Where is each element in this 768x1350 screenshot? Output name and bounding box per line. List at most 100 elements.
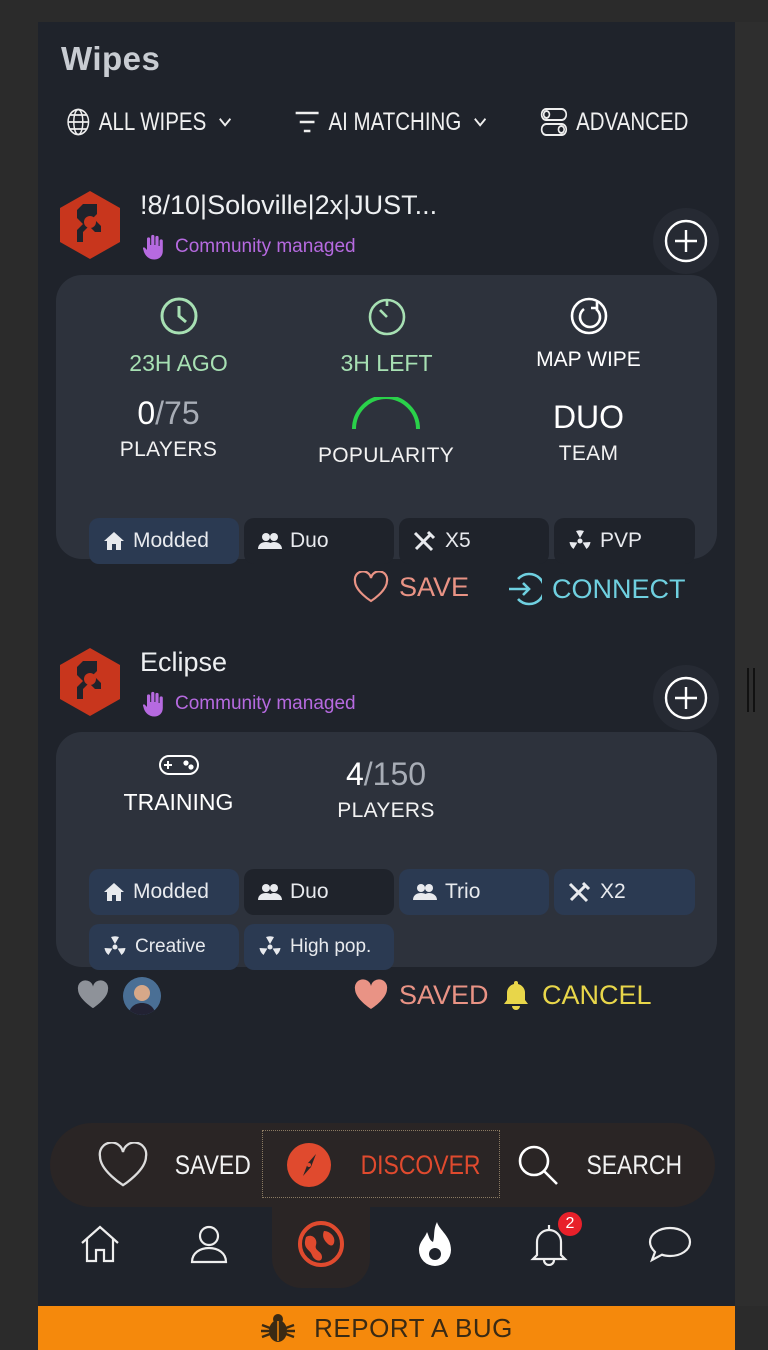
- resize-handle[interactable]: [747, 668, 755, 712]
- tab-profile[interactable]: [185, 1218, 233, 1270]
- add-server-button[interactable]: [653, 665, 719, 731]
- cancel-button[interactable]: CANCEL: [500, 979, 652, 1011]
- time-left-value: 3H LEFT: [340, 350, 433, 376]
- report-bug-bar[interactable]: REPORT A BUG: [38, 1306, 735, 1350]
- tag-label: Duo: [290, 880, 329, 903]
- cancel-label: CANCEL: [542, 979, 652, 1010]
- community-label: Community managed: [175, 236, 356, 257]
- bug-icon: [261, 1314, 296, 1342]
- tag-chip[interactable]: Duo: [244, 518, 394, 564]
- radiation-icon: [104, 936, 126, 955]
- tag-chip[interactable]: Trio: [399, 869, 549, 915]
- radiation-icon: [259, 936, 281, 955]
- hand-icon: [143, 691, 163, 717]
- server-card-header[interactable]: Eclipse Community managed: [58, 647, 719, 731]
- saved-label: SAVED: [399, 979, 489, 1010]
- chat-bubble-icon: [648, 1226, 692, 1263]
- tools-icon: [568, 881, 591, 903]
- avatar[interactable]: [123, 977, 161, 1015]
- group-icon: [258, 884, 282, 900]
- rust-logo-icon: [60, 191, 120, 259]
- chevron-down-icon: [474, 117, 487, 127]
- discover-nav-button[interactable]: DISCOVER: [286, 1123, 491, 1207]
- heart-filled-icon: [354, 979, 388, 1009]
- team-value: DUO: [552, 399, 625, 435]
- tab-hot[interactable]: [411, 1218, 459, 1270]
- server-name[interactable]: !8/10|Soloville|2x|JUST...: [140, 190, 437, 221]
- favorite-heart-button[interactable]: [76, 980, 110, 1015]
- last-wipe-value: 23H AGO: [129, 350, 228, 376]
- players-stat: 4/150 PLAYERS: [311, 756, 461, 823]
- mode-value: TRAINING: [123, 789, 234, 815]
- add-server-button[interactable]: [653, 208, 719, 274]
- search-icon: [518, 1145, 558, 1185]
- plus-circle-icon: [664, 676, 708, 720]
- tag-chip[interactable]: Modded: [89, 869, 239, 915]
- tab-messages[interactable]: [646, 1218, 694, 1270]
- tab-servers[interactable]: [297, 1218, 345, 1270]
- last-wipe-stat: 23H AGO: [106, 295, 251, 377]
- ai-matching-filter[interactable]: AI MATCHING: [294, 102, 491, 142]
- advanced-label: ADVANCED: [576, 107, 689, 136]
- players-current: 0: [137, 395, 156, 431]
- save-button[interactable]: SAVE: [353, 571, 469, 603]
- home-icon: [81, 1225, 119, 1263]
- tag-label: Modded: [133, 529, 209, 552]
- heart-outline-icon: [353, 571, 389, 603]
- scroll-gutter: [735, 22, 768, 1306]
- popularity-gauge: [352, 395, 420, 430]
- tag-chip[interactable]: Duo: [244, 869, 394, 915]
- connect-label: CONNECT: [552, 573, 686, 604]
- players-label: PLAYERS: [119, 438, 218, 461]
- saved-button[interactable]: SAVED: [353, 979, 489, 1011]
- app-screen: Wipes ALL WIPES AI MATCHING ADVANCED !8/…: [38, 22, 735, 1306]
- ai-matching-label: AI MATCHING: [328, 107, 462, 136]
- sort-lines-icon: [295, 111, 319, 133]
- plus-circle-icon: [664, 219, 708, 263]
- popularity-label: POPULARITY: [317, 444, 455, 467]
- tag-chip[interactable]: X5: [399, 518, 549, 564]
- hand-icon: [143, 234, 163, 260]
- tag-chip[interactable]: X2: [554, 869, 695, 915]
- tag-label: Creative: [135, 936, 206, 957]
- save-label: SAVE: [399, 571, 470, 602]
- connect-button[interactable]: CONNECT: [506, 571, 686, 607]
- server-stats-panel: TRAINING 4/150 PLAYERS Modded Duo Trio X…: [56, 732, 717, 970]
- toggle-settings-icon: [540, 108, 568, 136]
- popularity-stat: POPULARITY: [306, 395, 466, 468]
- tag-chip[interactable]: Modded: [89, 518, 239, 564]
- report-bug-label: REPORT A BUG: [314, 1312, 513, 1343]
- globe-icon: [67, 108, 90, 136]
- group-icon: [413, 884, 437, 900]
- tag-label: X5: [445, 529, 471, 552]
- team-stat: DUO TEAM: [516, 399, 661, 466]
- tag-chip[interactable]: Creative: [89, 924, 239, 970]
- tag-label: Duo: [290, 529, 329, 552]
- community-badge: Community managed: [143, 234, 356, 260]
- server-stats-panel: 23H AGO 3H LEFT MAP WIPE 0/75 PLAYERS PO…: [56, 275, 717, 564]
- tab-home[interactable]: [76, 1218, 124, 1270]
- user-icon: [190, 1225, 228, 1264]
- search-nav-label: SEARCH: [586, 1149, 683, 1180]
- tag-chip[interactable]: PVP: [554, 518, 695, 564]
- wipe-type-stat: MAP WIPE: [516, 295, 661, 372]
- server-card-header[interactable]: !8/10|Soloville|2x|JUST... Community man…: [58, 190, 719, 274]
- saved-nav-button[interactable]: SAVED: [96, 1123, 258, 1207]
- search-nav-button[interactable]: SEARCH: [516, 1123, 691, 1207]
- group-icon: [258, 533, 282, 549]
- server-name[interactable]: Eclipse: [140, 647, 227, 678]
- tag-label: Trio: [445, 880, 481, 903]
- radiation-icon: [569, 530, 591, 549]
- advanced-filter[interactable]: ADVANCED: [540, 102, 688, 142]
- players-max: /75: [155, 395, 200, 431]
- tools-icon: [413, 530, 436, 552]
- wipe-type-value: MAP WIPE: [536, 348, 641, 371]
- all-wipes-filter[interactable]: ALL WIPES: [66, 102, 236, 142]
- all-wipes-label: ALL WIPES: [98, 107, 207, 136]
- page-title: Wipes: [61, 40, 161, 77]
- community-label: Community managed: [175, 693, 356, 714]
- mode-stat: TRAINING: [106, 754, 251, 816]
- tag-chip[interactable]: High pop.: [244, 924, 394, 970]
- tag-label: Modded: [133, 880, 209, 903]
- refresh-icon: [570, 297, 607, 335]
